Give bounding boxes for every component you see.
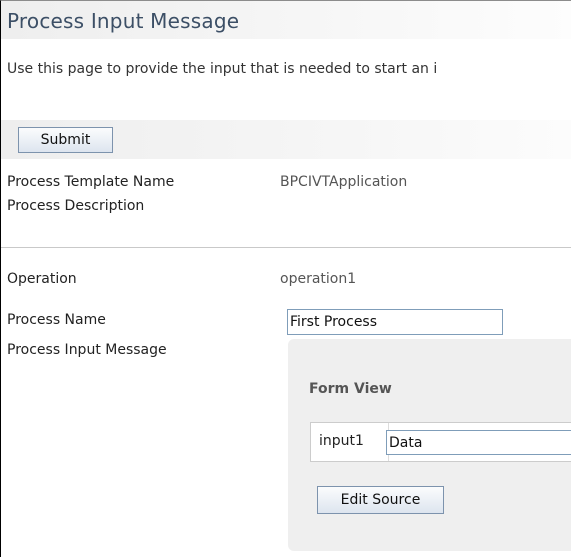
process-template-name-value: BPCIVTApplication	[280, 174, 408, 190]
operation-label: Operation	[7, 271, 77, 287]
submit-button[interactable]: Submit	[18, 127, 113, 153]
input1-label: input1	[319, 433, 364, 449]
process-name-input[interactable]	[287, 309, 503, 335]
operation-value: operation1	[280, 271, 357, 287]
process-template-name-label: Process Template Name	[7, 174, 175, 190]
process-input-message-label: Process Input Message	[7, 342, 167, 358]
page-description: Use this page to provide the input that …	[7, 61, 438, 77]
process-name-label: Process Name	[7, 312, 106, 328]
page-frame: Process Input Message Use this page to p…	[0, 0, 571, 557]
section-divider	[1, 247, 571, 248]
form-view-heading: Form View	[309, 381, 392, 397]
form-view-panel: Form View input1 Edit Source	[288, 339, 571, 551]
input1-field[interactable]	[386, 430, 571, 455]
process-description-label: Process Description	[7, 198, 145, 214]
title-bar: Process Input Message	[1, 1, 571, 39]
edit-source-button[interactable]: Edit Source	[317, 486, 444, 514]
page-title: Process Input Message	[7, 9, 240, 33]
